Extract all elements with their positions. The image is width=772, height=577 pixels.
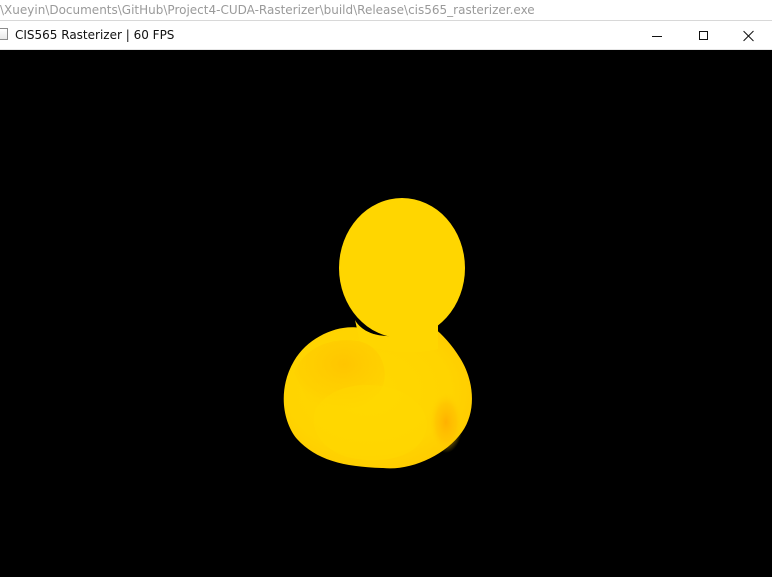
duck-orange-patch bbox=[429, 391, 463, 453]
background-window-title: \Xueyin\Documents\GitHub\Project4-CUDA-R… bbox=[0, 0, 772, 21]
window-titlebar[interactable]: CIS565 Rasterizer | 60 FPS bbox=[0, 21, 772, 50]
desktop-screen: \Xueyin\Documents\GitHub\Project4-CUDA-R… bbox=[0, 0, 772, 577]
minimize-icon bbox=[652, 35, 662, 37]
render-viewport[interactable] bbox=[0, 50, 772, 577]
duck-render bbox=[283, 198, 472, 469]
window-controls bbox=[634, 21, 772, 50]
application-icon bbox=[0, 28, 8, 40]
close-button[interactable] bbox=[726, 21, 772, 50]
window-title: CIS565 Rasterizer | 60 FPS bbox=[15, 28, 175, 42]
minimize-button[interactable] bbox=[634, 21, 680, 50]
close-icon bbox=[743, 30, 755, 42]
rasterizer-window: CIS565 Rasterizer | 60 FPS bbox=[0, 21, 772, 577]
maximize-button[interactable] bbox=[680, 21, 726, 50]
duck-model bbox=[283, 198, 472, 469]
background-window-path: \Xueyin\Documents\GitHub\Project4-CUDA-R… bbox=[0, 3, 535, 17]
duck-head bbox=[339, 198, 465, 338]
maximize-icon bbox=[698, 31, 708, 40]
